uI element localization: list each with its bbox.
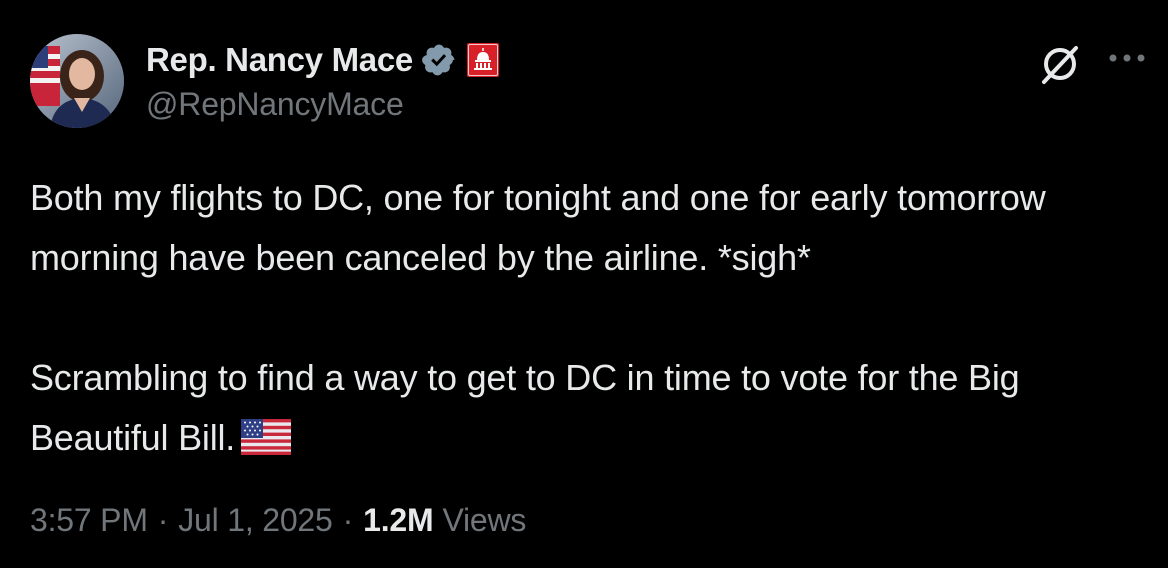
author-handle[interactable]: @RepNancyMace — [146, 86, 404, 123]
display-name[interactable]: Rep. Nancy Mace — [146, 41, 413, 79]
us-flag-icon — [241, 419, 292, 455]
tweet-paragraph-text: Scrambling to find a way to get to DC in… — [30, 357, 1020, 458]
avatar[interactable] — [30, 34, 124, 128]
verified-badge-icon[interactable] — [421, 42, 457, 78]
meta-separator: · — [157, 501, 169, 538]
tweet-time[interactable]: 3:57 PM — [30, 502, 148, 539]
capitol-affiliation-icon[interactable] — [466, 43, 499, 77]
author-name-row: Rep. Nancy Mace — [146, 38, 499, 82]
tweet-paragraph: Both my flights to DC, one for tonight a… — [30, 177, 1046, 278]
grok-icon[interactable] — [1036, 40, 1084, 88]
more-options-icon[interactable] — [1108, 50, 1146, 66]
tweet-paragraph: Scrambling to find a way to get to DC in… — [30, 348, 1140, 468]
meta-separator: · — [342, 501, 354, 538]
tweet-meta: 3:57 PM · Jul 1, 2025 · 1.2M Views — [30, 498, 526, 542]
views-count[interactable]: 1.2M — [363, 502, 434, 539]
tweet-date[interactable]: Jul 1, 2025 — [178, 502, 333, 539]
tweet-body: Both my flights to DC, one for tonight a… — [30, 168, 1140, 468]
views-label[interactable]: Views — [442, 502, 526, 539]
profile-photo — [30, 34, 124, 128]
